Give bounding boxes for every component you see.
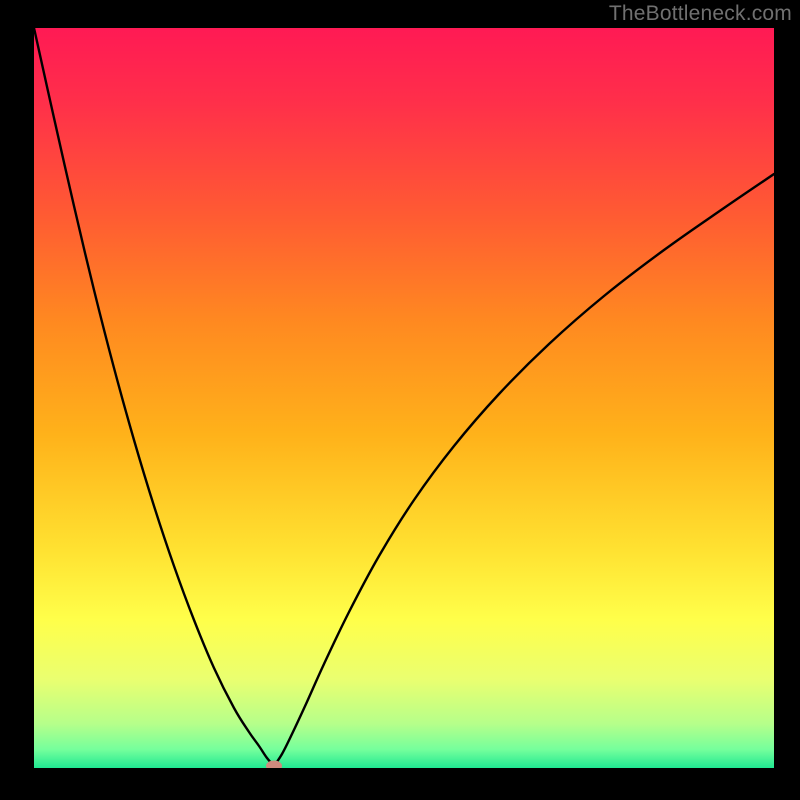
plot-area [34,28,774,768]
minimum-marker [266,761,282,769]
chart-frame: TheBottleneck.com [0,0,800,800]
curve-left-branch [34,28,274,766]
curve-right-branch [274,174,774,766]
curve-svg [34,28,774,768]
watermark-text: TheBottleneck.com [609,2,792,26]
